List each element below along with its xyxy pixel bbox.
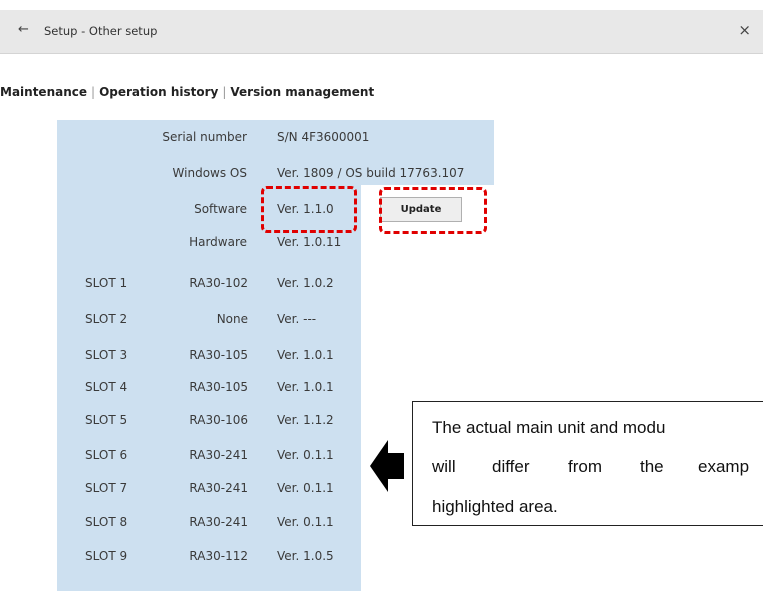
- slot-model: RA30-102: [189, 276, 248, 290]
- slot-version: Ver. 0.1.1: [277, 515, 334, 529]
- note-word: examp: [698, 457, 750, 476]
- slot-model: RA30-105: [189, 348, 248, 362]
- windows-os-label: Windows OS: [172, 166, 247, 180]
- note-word: from: [568, 457, 602, 476]
- close-icon[interactable]: ×: [738, 21, 751, 39]
- slot-model: RA30-112: [189, 549, 248, 563]
- slot-version: Ver. 1.1.2: [277, 413, 334, 427]
- slot-version: Ver. 0.1.1: [277, 448, 334, 462]
- tab-operation-history[interactable]: Operation history: [99, 85, 218, 99]
- slot-model: RA30-241: [189, 515, 248, 529]
- slot-model: RA30-241: [189, 448, 248, 462]
- serial-number-label: Serial number: [162, 130, 247, 144]
- left-arrow-icon: [370, 440, 404, 492]
- note-word: will: [432, 457, 456, 476]
- note-callout: The actual main unit and modu will diffe…: [412, 401, 763, 526]
- hardware-label: Hardware: [189, 235, 247, 249]
- note-line-1: The actual main unit and modu: [432, 418, 666, 437]
- slot-model: RA30-241: [189, 481, 248, 495]
- title-bar: ← Setup - Other setup ×: [0, 10, 763, 54]
- slot-version: Ver. ---: [277, 312, 317, 326]
- slot-version: Ver. 1.0.1: [277, 380, 334, 394]
- tab-bar: Maintenance | Operation history | Version ma…: [0, 85, 374, 99]
- tab-separator: |: [222, 85, 227, 99]
- note-word: the: [640, 457, 664, 476]
- software-label: Software: [194, 202, 247, 216]
- hardware-value: Ver. 1.0.11: [277, 235, 342, 249]
- tab-separator: |: [91, 85, 96, 99]
- update-button-highlight: [379, 187, 487, 234]
- slot-version: Ver. 1.0.2: [277, 276, 334, 290]
- slot-model: RA30-106: [189, 413, 248, 427]
- back-arrow-icon[interactable]: ←: [18, 22, 29, 37]
- note-line-3: highlighted area.: [432, 497, 558, 516]
- slot-model: RA30-105: [189, 380, 248, 394]
- tab-version-management[interactable]: Version management: [230, 85, 374, 99]
- window-title: Setup - Other setup: [44, 24, 158, 38]
- tab-maintenance[interactable]: Maintenance: [0, 85, 87, 99]
- slot-version: Ver. 1.0.5: [277, 549, 334, 563]
- serial-number-value: S/N 4F3600001: [277, 130, 370, 144]
- slot-model: None: [216, 312, 248, 326]
- software-version-highlight: [261, 186, 357, 233]
- slot-version: Ver. 1.0.1: [277, 348, 334, 362]
- note-word: differ: [492, 457, 530, 476]
- slot-version: Ver. 0.1.1: [277, 481, 334, 495]
- windows-os-value: Ver. 1809 / OS build 17763.107: [277, 166, 465, 180]
